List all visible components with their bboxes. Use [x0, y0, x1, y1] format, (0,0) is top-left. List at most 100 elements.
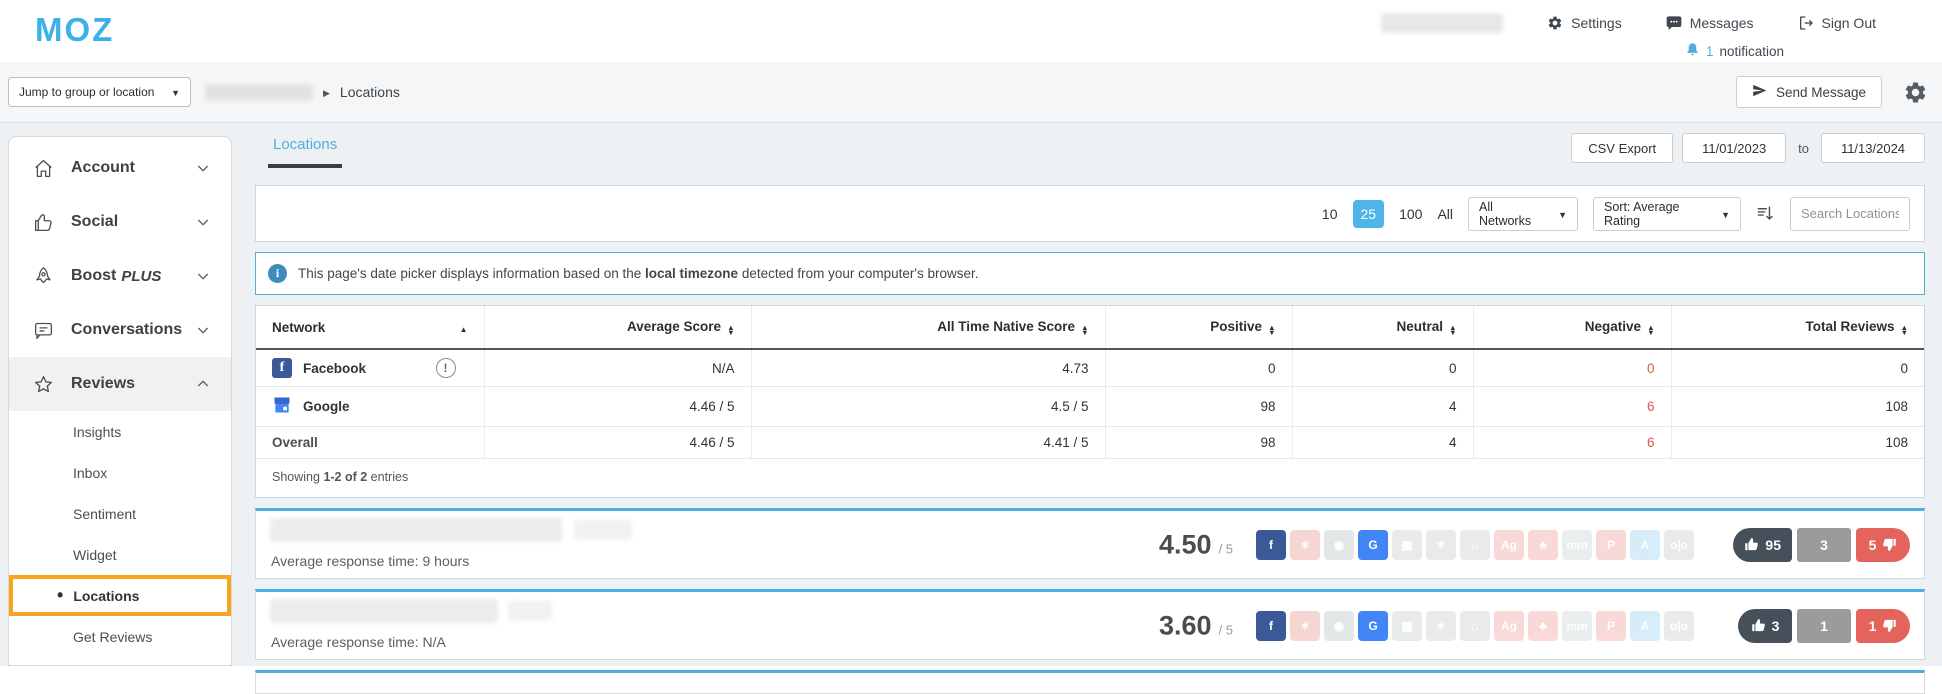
sidebar-item-account[interactable]: Account — [9, 141, 231, 195]
col-neutral[interactable]: Neutral — [1292, 306, 1473, 349]
banner-text: This page's date picker displays informa… — [298, 266, 979, 281]
review-count-badges: 95 3 5 — [1733, 528, 1910, 562]
positive-cell: 0 — [1105, 349, 1292, 387]
jump-to-location-select[interactable]: Jump to group or location — [8, 77, 191, 107]
gear-icon — [1547, 15, 1563, 31]
sidebar-item-locations[interactable]: Locations — [9, 575, 231, 616]
chevron-up-icon — [195, 376, 211, 392]
location-card[interactable]: Average response time: N/A 3.60 / 5 f✶◉G… — [255, 589, 1925, 660]
neutral-cell: 4 — [1292, 427, 1473, 459]
page-size-100[interactable]: 100 — [1399, 206, 1422, 222]
subitem-label: Get Reviews — [73, 629, 152, 645]
col-all-time-native-score[interactable]: All Time Native Score — [751, 306, 1105, 349]
settings-label: Settings — [1571, 15, 1622, 31]
positive-reviews-badge[interactable]: 3 — [1738, 609, 1792, 643]
date-to-input[interactable] — [1821, 133, 1925, 163]
facebook-icon[interactable]: f — [1256, 530, 1286, 560]
google-business-icon[interactable]: G — [1358, 530, 1388, 560]
negative-cell: 6 — [1473, 387, 1671, 427]
breadcrumb-current: Locations — [340, 84, 400, 100]
jump-select-label: Jump to group or location — [19, 85, 154, 99]
sign-out-link[interactable]: Sign Out — [1798, 15, 1876, 31]
apartments-com-icon: ✶ — [1426, 611, 1456, 641]
subitem-label: Widget — [73, 547, 117, 563]
network-filter-select[interactable]: All Networks — [1468, 197, 1578, 231]
chevron-down-icon — [195, 214, 211, 230]
chevron-down-icon — [195, 268, 211, 284]
chevron-down-icon — [1711, 207, 1730, 221]
messages-link[interactable]: Messages — [1666, 15, 1754, 31]
sidebar-item-reviews[interactable]: Reviews — [9, 357, 231, 411]
col-negative[interactable]: Negative — [1473, 306, 1671, 349]
date-from-input[interactable] — [1682, 133, 1786, 163]
sidebar-item-boost[interactable]: Boost PLUS — [9, 249, 231, 303]
search-locations-input[interactable] — [1790, 197, 1910, 231]
active-bullet-icon — [57, 585, 73, 606]
table-header-row: Network Average Score All Time Native Sc… — [256, 306, 1924, 349]
neutral-cell: 0 — [1292, 349, 1473, 387]
negative-reviews-badge[interactable]: 1 — [1856, 609, 1910, 643]
network-filter-value: All Networks — [1479, 200, 1548, 228]
sort-both-icon — [1268, 326, 1275, 335]
moz-logo[interactable]: MOZ — [35, 11, 114, 49]
location-rating: 3.60 / 5 — [1159, 610, 1233, 641]
location-card-partial[interactable] — [255, 670, 1925, 694]
location-name-redacted — [270, 518, 562, 542]
table-row-overall: Overall 4.46 / 5 4.41 / 5 98 4 6 108 — [256, 427, 1924, 459]
sidebar-label: Boost — [71, 267, 116, 285]
csv-export-button[interactable]: CSV Export — [1571, 133, 1673, 163]
avg-score-cell: 4.46 / 5 — [484, 387, 751, 427]
settings-link[interactable]: Settings — [1547, 15, 1622, 31]
sidebar-item-conversations[interactable]: Conversations — [9, 303, 231, 357]
subitem-label: Sentiment — [73, 506, 136, 522]
chat-bubble-icon — [1666, 15, 1682, 31]
warning-icon[interactable]: ! — [436, 358, 456, 378]
timezone-info-banner: i This page's date picker displays infor… — [255, 252, 1925, 295]
notification-count: 1 — [1706, 44, 1714, 59]
sort-direction-icon[interactable] — [1756, 204, 1775, 223]
sidebar-item-sentiment[interactable]: Sentiment — [9, 493, 231, 534]
positive-reviews-badge[interactable]: 95 — [1733, 528, 1792, 562]
sidebar-item-widget[interactable]: Widget — [9, 534, 231, 575]
sidebar-label: Reviews — [71, 375, 135, 393]
tab-locations[interactable]: Locations — [268, 130, 342, 168]
olo-icon: o|o — [1664, 530, 1694, 560]
col-average-score[interactable]: Average Score — [484, 306, 751, 349]
neutral-reviews-badge[interactable]: 3 — [1797, 528, 1851, 562]
sidebar-item-inbox[interactable]: Inbox — [9, 452, 231, 493]
top-header: MOZ Settings Messages Sign Out 1 notific… — [0, 0, 1942, 62]
apartment-guide-icon: ▦ — [1392, 611, 1422, 641]
google-business-icon[interactable]: G — [1358, 611, 1388, 641]
location-name-redacted — [574, 520, 632, 540]
location-card[interactable]: Average response time: 9 hours 4.50 / 5 … — [255, 508, 1925, 579]
table-entries-summary: Showing 1-2 of 2 entries — [256, 459, 1924, 497]
apartment-ratings-icon: Ag — [1494, 530, 1524, 560]
home-icon — [33, 158, 55, 179]
col-positive[interactable]: Positive — [1105, 306, 1292, 349]
neutral-reviews-badge[interactable]: 1 — [1797, 609, 1851, 643]
modern-message-icon: mm — [1562, 530, 1592, 560]
sidebar-item-get-reviews[interactable]: Get Reviews — [9, 616, 231, 657]
sidebar-label: Account — [71, 159, 135, 177]
sidebar-item-social[interactable]: Social — [9, 195, 231, 249]
sort-select[interactable]: Sort: Average Rating — [1593, 197, 1741, 231]
sidebar-item-insights[interactable]: Insights — [9, 411, 231, 452]
star-icon — [33, 374, 55, 395]
hotpads-icon: ♣ — [1528, 530, 1558, 560]
page-settings-gear-icon[interactable] — [1903, 80, 1928, 110]
page-size-10[interactable]: 10 — [1322, 206, 1338, 222]
tab-bar: Locations CSV Export to — [255, 130, 1925, 178]
col-network[interactable]: Network — [256, 306, 484, 349]
total-reviews-cell: 108 — [1671, 387, 1924, 427]
facebook-icon[interactable]: f — [1256, 611, 1286, 641]
col-total-reviews[interactable]: Total Reviews — [1671, 306, 1924, 349]
chevron-down-icon — [195, 322, 211, 338]
send-message-button[interactable]: Send Message — [1736, 76, 1882, 108]
network-summary-panel: Network Average Score All Time Native Sc… — [255, 305, 1925, 498]
negative-reviews-badge[interactable]: 5 — [1856, 528, 1910, 562]
page-size-25-selected[interactable]: 25 — [1353, 200, 1385, 228]
network-icon-row: f✶◉G▦✶⌂Ag♣mmPAo|o — [1256, 530, 1694, 560]
notification-indicator[interactable]: 1 notification — [1685, 42, 1784, 60]
page-size-all[interactable]: All — [1437, 206, 1453, 222]
chat-square-icon — [33, 320, 55, 341]
